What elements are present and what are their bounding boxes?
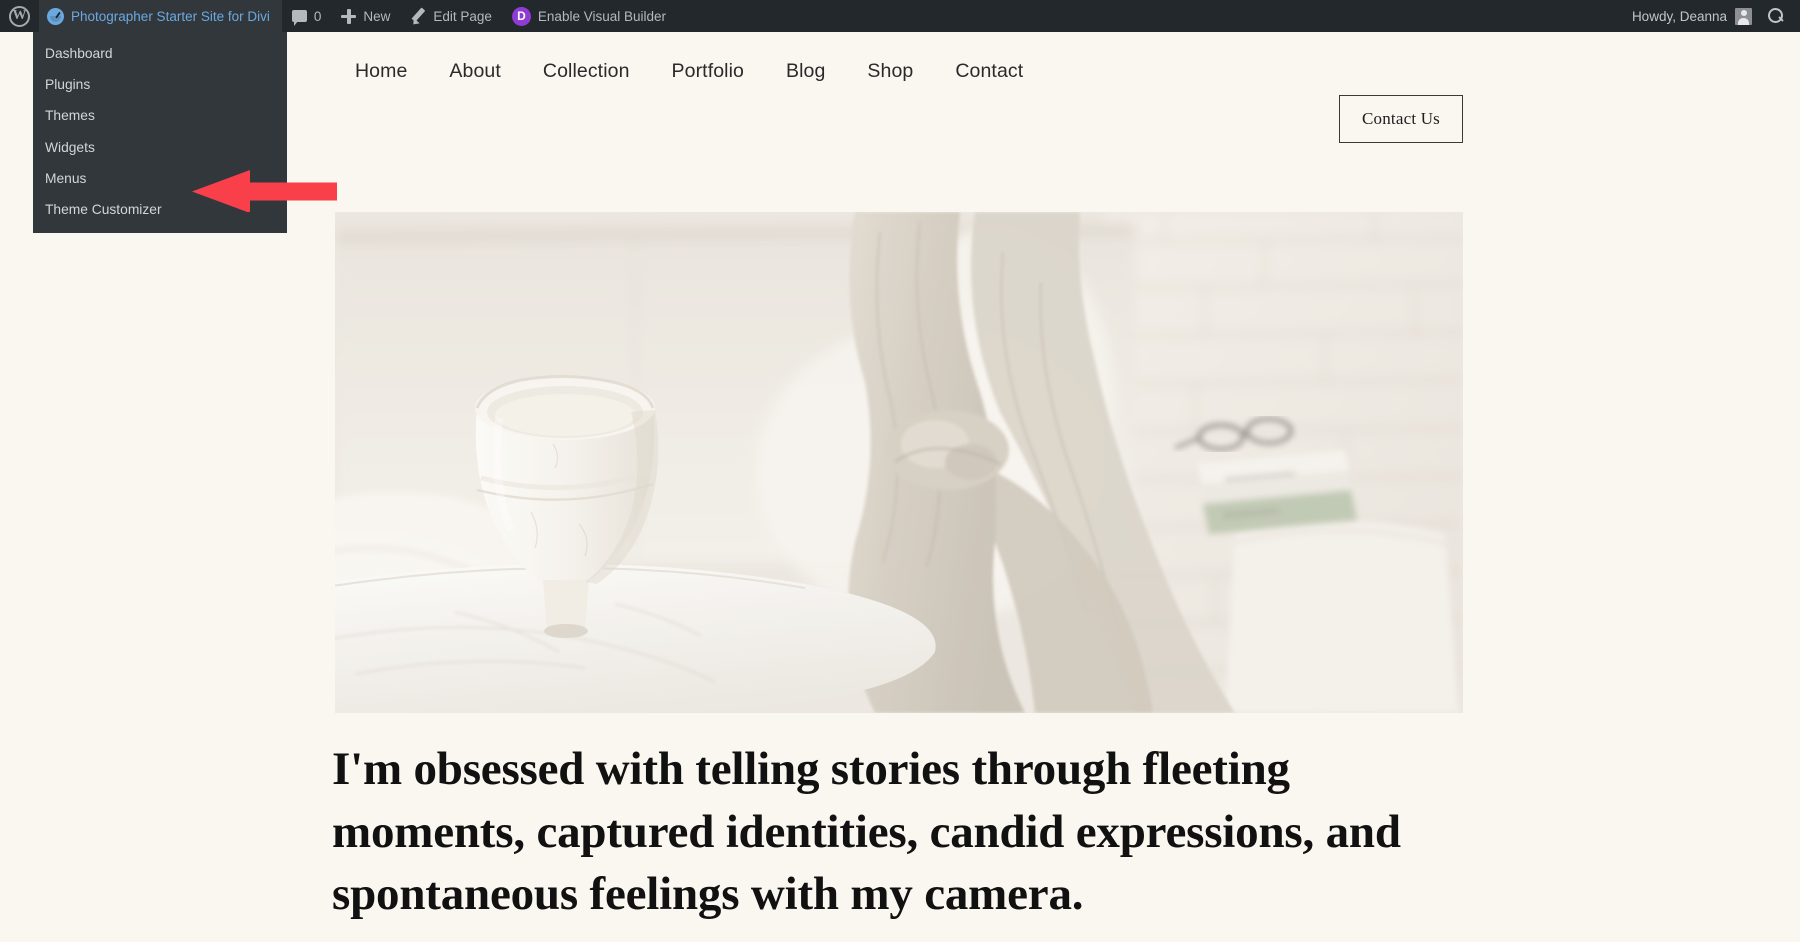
nav-item-portfolio[interactable]: Portfolio [651,54,765,89]
page-root: W Photographer Starter Site for Divi 0 N… [0,0,1800,942]
menu-item-plugins[interactable]: Plugins [33,69,287,100]
menu-item-menus[interactable]: Menus [33,163,287,194]
wordpress-logo-button[interactable]: W [0,0,39,32]
visual-builder-label: Enable Visual Builder [537,8,667,24]
menu-item-widgets[interactable]: Widgets [33,132,287,163]
adminbar-new[interactable]: New [331,0,400,32]
new-label: New [363,8,391,24]
nav-item-home[interactable]: Home [334,54,428,89]
menu-item-themes[interactable]: Themes [33,100,287,131]
nav-item-about[interactable]: About [428,54,521,89]
adminbar-comments[interactable]: 0 [282,0,332,32]
wp-admin-bar: W Photographer Starter Site for Divi 0 N… [0,0,1800,32]
nav-item-collection[interactable]: Collection [522,54,651,89]
user-avatar-icon [1735,7,1752,25]
hero-photo-illustration [335,212,1463,713]
pencil-icon [410,8,426,24]
site-name-label: Photographer Starter Site for Divi [71,8,270,24]
comments-count: 0 [313,8,322,24]
hero-photograph [335,212,1463,713]
plus-icon [341,8,357,24]
wordpress-logo-icon: W [9,5,30,27]
edit-page-label: Edit Page [433,8,492,24]
admin-bar-dropdown-menu: Dashboard Plugins Themes Widgets Menus T… [33,32,287,234]
adminbar-site-name[interactable]: Photographer Starter Site for Divi [39,0,282,32]
comment-bubble-icon [291,10,307,26]
adminbar-right-group: Howdy, Deanna [1620,0,1800,32]
divi-logo-icon: D [511,6,531,26]
contact-us-button[interactable]: Contact Us [1339,95,1463,143]
adminbar-my-account[interactable]: Howdy, Deanna [1620,0,1760,32]
nav-item-blog[interactable]: Blog [765,54,846,89]
adminbar-search-button[interactable] [1760,0,1800,32]
nav-item-shop[interactable]: Shop [846,54,934,89]
menu-item-dashboard[interactable]: Dashboard [33,38,287,69]
howdy-label: Howdy, Deanna [1631,8,1727,24]
adminbar-enable-visual-builder[interactable]: D Enable Visual Builder [502,0,676,32]
menu-item-theme-customizer[interactable]: Theme Customizer [33,194,287,225]
divi-dashboard-icon [47,7,64,25]
page-headline: I'm obsessed with telling stories throug… [332,743,1401,920]
primary-navigation: Home About Collection Portfolio Blog Sho… [334,54,1044,89]
adminbar-edit-page[interactable]: Edit Page [400,0,502,32]
search-icon [1768,8,1784,24]
nav-item-contact[interactable]: Contact [934,54,1044,89]
